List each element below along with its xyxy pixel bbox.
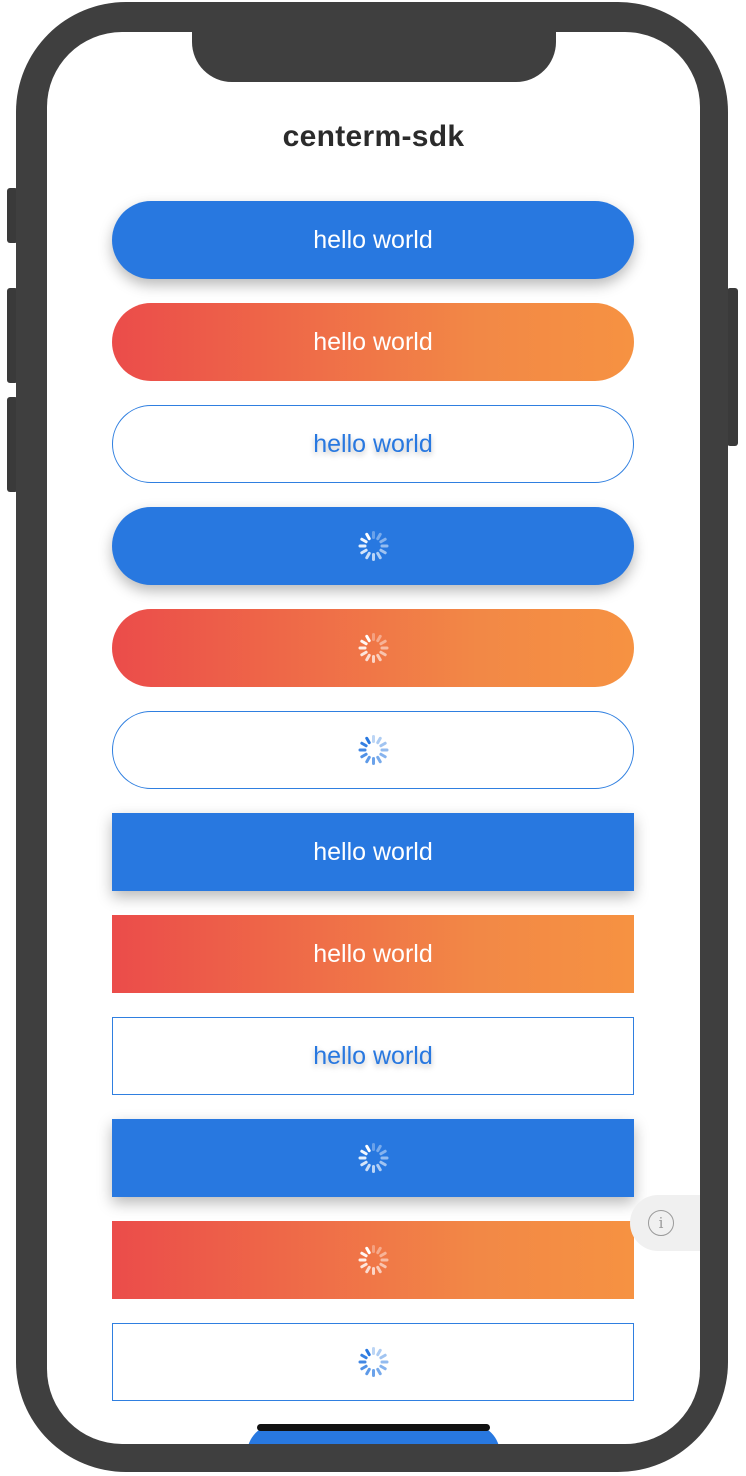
gradient-square-button[interactable]: hello world [112,915,634,993]
info-floating-tab[interactable]: i [630,1195,700,1251]
button-label: hello world [313,327,433,356]
loading-spinner-icon [357,1142,389,1174]
primary-square-button[interactable]: hello world [112,813,634,891]
primary-round-button[interactable]: hello world [112,201,634,279]
spinner-spoke [380,1258,388,1262]
spinner-spoke [364,1163,371,1172]
spinner-spoke [364,1265,371,1274]
button-label: hello world [313,429,433,458]
spinner-spoke [364,755,371,764]
spinner-spoke [380,748,388,752]
loading-spinner-icon [357,1244,389,1276]
power-button [727,288,738,446]
loading-spinner-icon [357,1346,389,1378]
page-title: centerm-sdk [282,120,465,153]
loading-spinner-icon [357,734,389,766]
spinner-spoke [371,553,375,561]
spinner-spoke [371,1347,375,1355]
outline-square-button[interactable]: hello world [112,1017,634,1095]
spinner-spoke [375,551,382,560]
spinner-spoke [375,755,382,764]
spinner-spoke [371,633,375,641]
spinner-spoke [375,1367,382,1376]
spinner-spoke [364,653,371,662]
spinner-spoke [358,748,366,752]
gradient-round-button[interactable]: hello world [112,303,634,381]
outline-round-loading-button[interactable] [112,711,634,789]
spinner-spoke [371,735,375,743]
gradient-round-loading-button[interactable] [112,609,634,687]
button-label: hello world [313,1041,433,1070]
button-label: hello world [313,837,433,866]
spinner-spoke [358,1258,366,1262]
app-screen: centerm-sdk hello world hello world hell… [47,32,700,1444]
loading-spinner-icon [357,632,389,664]
info-icon: i [648,1210,674,1236]
spinner-spoke [371,1143,375,1151]
gradient-square-loading-button[interactable] [112,1221,634,1299]
spinner-spoke [371,655,375,663]
button-label: hello world [313,225,433,254]
outline-round-button[interactable]: hello world [112,405,634,483]
primary-square-loading-button[interactable] [112,1119,634,1197]
spinner-spoke [358,646,366,650]
spinner-spoke [380,1360,388,1364]
spinner-spoke [358,1360,366,1364]
spinner-spoke [375,1265,382,1274]
spinner-spoke [371,1369,375,1377]
spinner-spoke [358,544,366,548]
spinner-spoke [371,1267,375,1275]
primary-round-loading-button[interactable] [112,507,634,585]
notch [192,32,556,82]
home-indicator[interactable] [257,1424,490,1431]
spinner-spoke [380,646,388,650]
device-mockup: centerm-sdk hello world hello world hell… [0,0,746,1476]
spinner-spoke [358,1156,366,1160]
spinner-spoke [380,544,388,548]
button-label: hello world [313,939,433,968]
loading-spinner-icon [357,530,389,562]
spinner-spoke [380,1156,388,1160]
spinner-spoke [371,757,375,765]
spinner-spoke [371,1245,375,1253]
outline-square-loading-button[interactable] [112,1323,634,1401]
spinner-spoke [375,1163,382,1172]
spinner-spoke [375,653,382,662]
spinner-spoke [364,1367,371,1376]
spinner-spoke [364,551,371,560]
spinner-spoke [371,531,375,539]
spinner-spoke [371,1165,375,1173]
